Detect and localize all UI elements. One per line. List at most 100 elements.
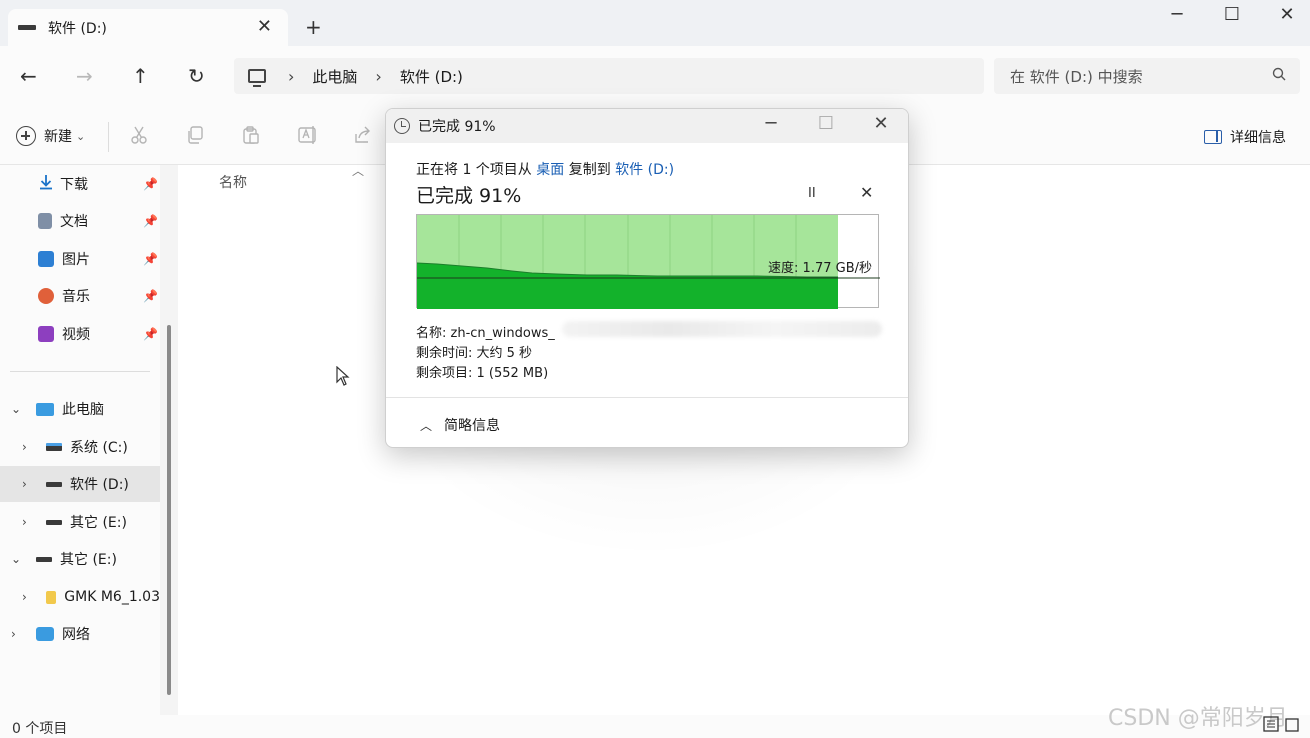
sidebar-item-label: 音乐 <box>62 289 90 305</box>
videos-icon <box>38 326 54 342</box>
details-label: 详细信息 <box>1230 130 1286 146</box>
sidebar-item-downloads[interactable]: 下载 📌 <box>0 166 160 202</box>
sidebar-item-drive-c[interactable]: › 系统 (C:) <box>0 429 160 465</box>
mouse-cursor-icon <box>336 365 350 391</box>
close-tab-icon[interactable]: ✕ <box>257 16 272 37</box>
download-icon <box>38 174 54 194</box>
sidebar-item-music[interactable]: 音乐 📌 <box>0 278 160 314</box>
cancel-copy-button[interactable]: ✕ <box>860 183 873 202</box>
sidebar-item-drive-d[interactable]: › 软件 (D:) <box>0 466 160 502</box>
sidebar-item-documents[interactable]: 文档 📌 <box>0 203 160 239</box>
sidebar-item-network[interactable]: › 网络 <box>0 616 160 652</box>
new-button[interactable]: 新建 ⌄ <box>16 126 85 146</box>
copy-icon[interactable] <box>185 125 205 150</box>
pictures-icon <box>38 251 54 267</box>
drive-icon <box>46 519 62 525</box>
watermark: CSDN @常阳岁月 <box>1108 706 1288 731</box>
transfer-speed-graph: 速度: 1.77 GB/秒 <box>416 214 880 309</box>
address-bar[interactable]: › 此电脑 › 软件 (D:) <box>234 58 984 94</box>
fewer-details-button[interactable]: ︿ 简略信息 <box>420 415 500 435</box>
pause-button[interactable]: II <box>808 186 816 201</box>
dialog-maximize-button[interactable]: ☐ <box>816 113 836 134</box>
pin-icon[interactable]: 📌 <box>143 252 158 266</box>
chevron-up-icon: ︿ <box>420 418 433 433</box>
pin-icon[interactable]: 📌 <box>143 289 158 303</box>
source-link[interactable]: 桌面 <box>536 162 564 178</box>
chevron-right-icon[interactable]: › <box>22 477 27 491</box>
refresh-button[interactable]: ↻ <box>188 64 205 88</box>
toolbar-divider <box>108 122 109 152</box>
chevron-right-icon[interactable]: › <box>288 67 294 86</box>
sidebar-item-label: 系统 (C:) <box>70 440 128 456</box>
copy-middle: 复制到 <box>564 162 616 178</box>
breadcrumb-this-pc[interactable]: 此电脑 <box>312 66 357 87</box>
dialog-title: 已完成 91% <box>418 119 496 135</box>
tab-drive-d[interactable]: 软件 (D:) ✕ <box>8 9 288 46</box>
progress-heading: 已完成 91% <box>416 185 522 207</box>
chevron-right-icon[interactable]: › <box>22 590 27 604</box>
chevron-right-icon[interactable]: › <box>22 515 27 529</box>
sidebar-item-drive-e[interactable]: › 其它 (E:) <box>0 504 160 540</box>
minimize-button[interactable]: ─ <box>1167 4 1187 25</box>
sidebar-item-label: 软件 (D:) <box>70 477 129 493</box>
clock-icon <box>394 118 410 134</box>
item-count: 0 个项目 <box>12 721 68 737</box>
address-row: ← → ↑ ↻ › 此电脑 › 软件 (D:) 在 软件 (D:) 中搜索 <box>0 46 1310 108</box>
maximize-button[interactable]: ☐ <box>1222 4 1242 25</box>
up-button[interactable]: ↑ <box>132 64 149 88</box>
new-label: 新建 <box>44 129 72 145</box>
back-button[interactable]: ← <box>20 64 37 88</box>
copy-progress-dialog: 已完成 91% ─ ☐ ✕ 正在将 1 个项目从 桌面 复制到 软件 (D:) … <box>385 108 909 448</box>
chevron-down-icon[interactable]: ⌄ <box>11 552 21 566</box>
search-input[interactable]: 在 软件 (D:) 中搜索 <box>994 58 1300 94</box>
sidebar-item-label: 视频 <box>62 327 90 343</box>
new-tab-button[interactable]: + <box>305 15 322 39</box>
chevron-right-icon[interactable]: › <box>11 627 16 641</box>
copy-prefix: 正在将 1 个项目从 <box>416 162 537 178</box>
chevron-down-icon[interactable]: ⌄ <box>11 402 21 416</box>
search-icon[interactable] <box>1272 67 1286 85</box>
sidebar-item-videos[interactable]: 视频 📌 <box>0 316 160 352</box>
chevron-down-icon: ⌄ <box>76 129 86 143</box>
monitor-icon <box>248 69 266 87</box>
document-icon <box>38 213 52 229</box>
sidebar-item-drive-e-root[interactable]: ⌄ 其它 (E:) <box>0 541 160 577</box>
pin-icon[interactable]: 📌 <box>143 214 158 228</box>
sidebar-item-label: 此电脑 <box>62 402 104 418</box>
dialog-close-button[interactable]: ✕ <box>871 113 891 134</box>
breadcrumb-drive-d[interactable]: 软件 (D:) <box>400 66 463 87</box>
sidebar-item-folder-gmk[interactable]: › GMK M6_1.03 <box>0 579 160 615</box>
search-placeholder: 在 软件 (D:) 中搜索 <box>1010 67 1143 86</box>
title-bar: 软件 (D:) ✕ + ─ ☐ ✕ <box>0 0 1310 46</box>
sidebar-scrollbar[interactable] <box>160 165 178 715</box>
cut-icon[interactable] <box>129 125 149 150</box>
share-icon[interactable] <box>353 125 373 150</box>
pin-icon[interactable]: 📌 <box>143 327 158 341</box>
sidebar-item-label: 网络 <box>62 627 90 643</box>
paste-icon[interactable] <box>241 125 261 150</box>
close-window-button[interactable]: ✕ <box>1277 4 1297 25</box>
scroll-thumb[interactable] <box>167 325 171 695</box>
details-pane-icon <box>1204 130 1222 144</box>
copy-description: 正在将 1 个项目从 桌面 复制到 软件 (D:) <box>416 159 674 179</box>
destination-link[interactable]: 软件 (D:) <box>615 162 674 178</box>
view-toggle-icons[interactable] <box>1262 713 1306 738</box>
pin-icon[interactable]: 📌 <box>143 177 158 191</box>
sidebar-item-label: 文档 <box>60 214 88 230</box>
time-remaining: 剩余时间: 大约 5 秒 <box>416 346 533 361</box>
sidebar-item-this-pc[interactable]: ⌄ 此电脑 <box>0 391 160 427</box>
chevron-right-icon[interactable]: › <box>375 67 381 86</box>
column-header-name[interactable]: 名称 <box>219 172 247 192</box>
forward-button[interactable]: → <box>76 64 93 88</box>
drive-icon <box>36 556 52 562</box>
rename-icon[interactable] <box>297 125 319 150</box>
dialog-title-bar[interactable]: 已完成 91% ─ ☐ ✕ <box>386 109 908 143</box>
dialog-minimize-button[interactable]: ─ <box>761 113 781 134</box>
this-pc-icon <box>36 402 54 416</box>
redacted-file-name <box>562 321 882 337</box>
chevron-right-icon[interactable]: › <box>22 440 27 454</box>
details-pane-button[interactable]: 详细信息 <box>1204 127 1286 147</box>
sidebar-item-label: 其它 (E:) <box>60 552 117 568</box>
sidebar-item-label: GMK M6_1.03 <box>64 589 160 605</box>
sidebar-item-pictures[interactable]: 图片 📌 <box>0 241 160 277</box>
